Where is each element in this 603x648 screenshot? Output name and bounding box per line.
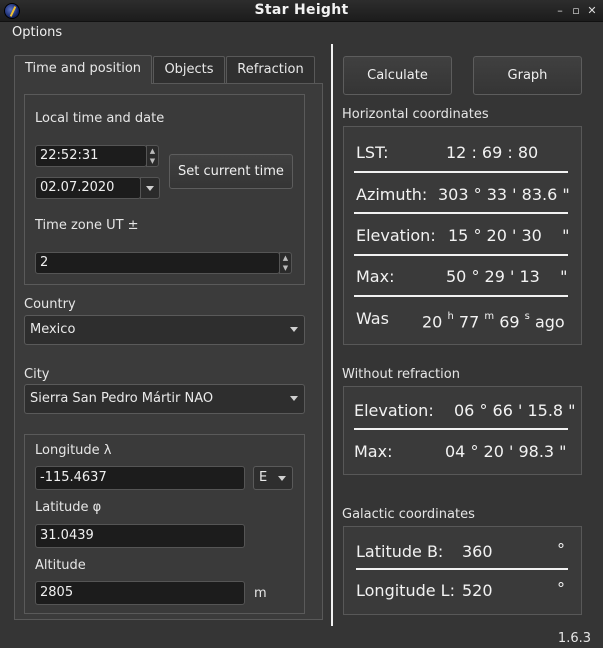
minutes-unit: m: [484, 311, 495, 322]
was-seconds: 69: [499, 312, 520, 332]
nr-max-value: 04 ° 20 ' 98.3 ": [445, 442, 567, 461]
longitude-direction-value: E: [259, 470, 268, 485]
tab-time-and-position[interactable]: Time and position: [14, 55, 152, 84]
country-value: Mexico: [30, 322, 76, 337]
without-refraction-title: Without refraction: [342, 367, 460, 382]
row-separator: [354, 254, 568, 256]
galactic-coordinates-box: [343, 526, 582, 615]
altitude-input[interactable]: 2805: [35, 581, 245, 605]
city-select[interactable]: Sierra San Pedro Mártir NAO: [24, 384, 305, 414]
row-separator: [356, 568, 568, 570]
was-ago: ago: [534, 312, 565, 332]
set-current-time-button[interactable]: Set current time: [169, 154, 293, 189]
maximize-icon[interactable]: ▫: [569, 4, 583, 18]
time-spinner[interactable]: ▲ ▼: [146, 145, 159, 167]
timezone-spinner[interactable]: ▲ ▼: [279, 252, 292, 274]
minimize-icon[interactable]: –: [553, 4, 567, 18]
galactic-longitude-value: 520: [462, 581, 493, 600]
was-value: 20 h 77 m 69 s ago: [422, 309, 565, 332]
galactic-latitude-label: Latitude B:: [356, 542, 444, 561]
tab-refraction[interactable]: Refraction: [226, 56, 315, 83]
city-label: City: [24, 367, 50, 382]
chevron-down-icon: [290, 396, 298, 401]
altitude-unit: m: [254, 586, 267, 601]
seconds-unit: s: [524, 311, 530, 322]
spin-up-icon[interactable]: ▲: [280, 253, 291, 263]
spin-up-icon[interactable]: ▲: [147, 146, 158, 156]
elevation-label: Elevation:: [356, 226, 436, 245]
row-separator: [354, 212, 568, 214]
timezone-input[interactable]: 2: [35, 252, 280, 274]
time-input[interactable]: 22:52:31: [35, 145, 147, 167]
window-title: Star Height: [254, 2, 349, 18]
max-value: 50 ° 29 ' 13 ": [446, 267, 568, 286]
azimuth-label: Azimuth:: [356, 185, 428, 204]
date-dropdown-button[interactable]: [140, 177, 160, 199]
longitude-direction-select[interactable]: E: [253, 466, 293, 490]
galactic-latitude-unit: °: [557, 540, 565, 559]
chevron-down-icon: [278, 476, 286, 481]
country-select[interactable]: Mexico: [24, 315, 305, 345]
horizontal-coordinates-title: Horizontal coordinates: [342, 107, 489, 122]
galactic-longitude-unit: °: [557, 579, 565, 598]
graph-button[interactable]: Graph: [473, 56, 582, 95]
latitude-input[interactable]: 31.0439: [35, 524, 245, 548]
was-hours: 20: [422, 312, 443, 332]
altitude-label: Altitude: [35, 558, 86, 573]
lst-value: 12 : 69 : 80: [446, 143, 539, 162]
spin-down-icon[interactable]: ▼: [147, 156, 158, 166]
longitude-input[interactable]: -115.4637: [35, 466, 245, 490]
galactic-longitude-label: Longitude L:: [356, 581, 455, 600]
chevron-down-icon: [146, 186, 154, 191]
city-value: Sierra San Pedro Mártir NAO: [30, 391, 214, 406]
panel-divider: [331, 44, 333, 626]
spin-down-icon[interactable]: ▼: [280, 263, 291, 273]
was-minutes: 77: [458, 312, 480, 332]
calculate-button[interactable]: Calculate: [343, 56, 452, 95]
max-label: Max:: [356, 267, 395, 286]
hours-unit: h: [447, 311, 454, 322]
tab-objects[interactable]: Objects: [153, 56, 225, 83]
version-label: 1.6.3: [557, 631, 591, 646]
galactic-coordinates-title: Galactic coordinates: [342, 507, 475, 522]
country-label: Country: [24, 297, 76, 312]
nr-elevation-value: 06 ° 66 ' 15.8 ": [454, 401, 576, 420]
chevron-down-icon: [290, 327, 298, 332]
nr-max-label: Max:: [354, 442, 393, 461]
row-separator: [354, 428, 568, 430]
longitude-label: Longitude λ: [35, 443, 112, 458]
azimuth-value: 303 ° 33 ' 83.6 ": [438, 185, 570, 204]
row-separator: [354, 171, 568, 173]
elevation-value: 15 ° 20 ' 30 ": [448, 226, 570, 245]
latitude-label: Latitude φ: [35, 500, 102, 515]
close-icon[interactable]: ✕: [585, 4, 599, 18]
was-label: Was: [356, 309, 389, 328]
nr-elevation-label: Elevation:: [354, 401, 434, 420]
local-time-label: Local time and date: [35, 111, 165, 126]
row-separator: [354, 295, 568, 297]
date-input[interactable]: 02.07.2020: [35, 177, 141, 199]
timezone-label: Time zone UT ±: [35, 218, 139, 233]
menu-bar: Options: [0, 22, 603, 44]
menu-options[interactable]: Options: [12, 25, 62, 40]
lst-label: LST:: [356, 143, 389, 162]
galactic-latitude-value: 360: [462, 542, 493, 561]
